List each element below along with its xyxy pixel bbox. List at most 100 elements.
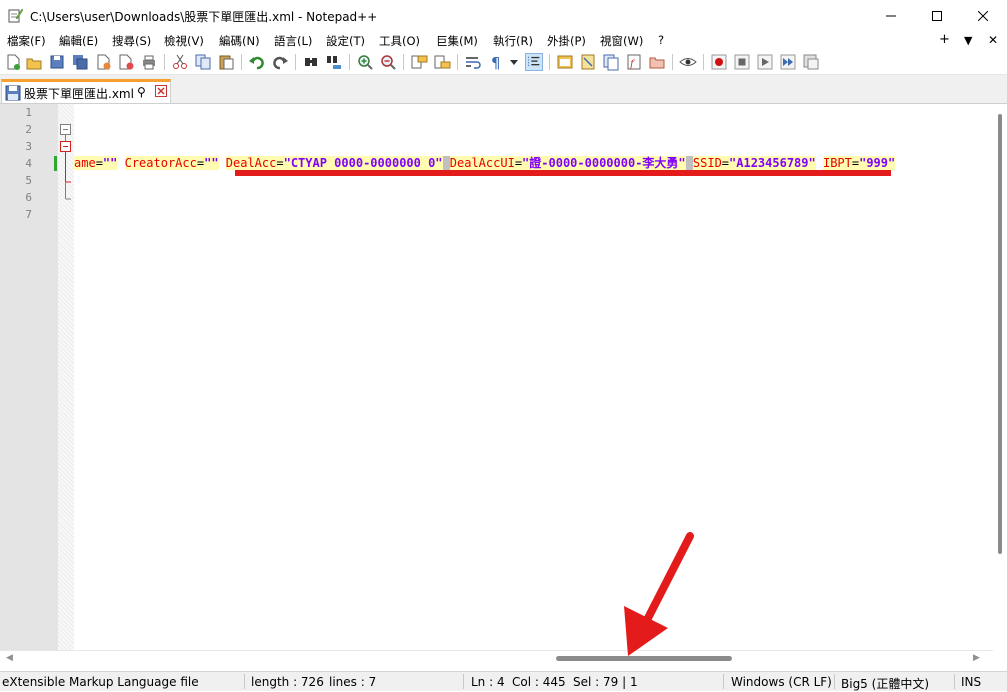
menu-window[interactable]: 視窗(W) bbox=[600, 33, 643, 49]
stop-macro-icon[interactable] bbox=[733, 53, 751, 71]
toolbar-separator bbox=[241, 54, 242, 70]
editor-area[interactable]: 1 2 3 4 5 6 7 ame="" CreatorAcc="" DealA… bbox=[0, 104, 993, 650]
saved-document-icon bbox=[5, 85, 21, 101]
status-separator bbox=[834, 674, 835, 689]
tab-bar: 股票下單匣匯出.xml ⚲ bbox=[0, 75, 1007, 104]
toolbar-separator bbox=[295, 54, 296, 70]
text-area[interactable]: ame="" CreatorAcc="" DealAcc="CTYAP 0000… bbox=[74, 104, 993, 650]
user-defined-language-icon[interactable] bbox=[556, 53, 574, 71]
find-icon[interactable] bbox=[302, 53, 320, 71]
new-file-icon[interactable] bbox=[4, 53, 22, 71]
tab-document[interactable]: 股票下單匣匯出.xml ⚲ bbox=[1, 79, 171, 103]
toolbar-separator bbox=[549, 54, 550, 70]
menu-file[interactable]: 檔案(F) bbox=[7, 33, 46, 49]
save-icon[interactable] bbox=[48, 53, 66, 71]
minimize-button[interactable] bbox=[868, 0, 914, 31]
status-length: length : 726 bbox=[251, 675, 324, 689]
cut-icon[interactable] bbox=[171, 53, 189, 71]
run-macro-multiple-icon[interactable] bbox=[779, 53, 797, 71]
close-file-icon[interactable] bbox=[94, 53, 112, 71]
scroll-right-arrow-icon[interactable]: ▶ bbox=[973, 653, 980, 663]
status-column: Col : 445 bbox=[512, 675, 566, 689]
folder-as-workspace-icon[interactable] bbox=[648, 53, 666, 71]
line-number: 4 bbox=[25, 157, 32, 170]
play-macro-icon[interactable] bbox=[756, 53, 774, 71]
red-arrow-annotation bbox=[624, 532, 694, 656]
tab-list-dropdown-button[interactable]: ▼ bbox=[964, 34, 972, 47]
line-number: 6 bbox=[25, 191, 32, 204]
save-all-icon[interactable] bbox=[71, 53, 89, 71]
indent-guide-icon[interactable] bbox=[525, 53, 543, 71]
menu-macro[interactable]: 巨集(M) bbox=[436, 33, 478, 49]
close-document-button[interactable]: ✕ bbox=[988, 33, 998, 47]
document-map-icon[interactable] bbox=[579, 53, 597, 71]
vertical-scrollbar-thumb[interactable] bbox=[998, 114, 1002, 554]
scroll-left-arrow-icon[interactable]: ◀ bbox=[6, 653, 13, 663]
menu-run[interactable]: 執行(R) bbox=[493, 33, 533, 49]
code-segment-ibpt: IBPT="999" bbox=[822, 156, 896, 170]
close-window-button[interactable] bbox=[960, 0, 1006, 31]
document-list-icon[interactable] bbox=[602, 53, 620, 71]
replace-icon[interactable] bbox=[325, 53, 343, 71]
menu-edit[interactable]: 編輯(E) bbox=[59, 33, 98, 49]
fold-markers bbox=[60, 124, 71, 200]
open-file-icon[interactable] bbox=[25, 53, 43, 71]
menu-language[interactable]: 語言(L) bbox=[274, 33, 312, 49]
horizontal-scrollbar[interactable]: ◀ ▶ bbox=[0, 650, 993, 667]
sync-vertical-scroll-icon[interactable] bbox=[410, 53, 428, 71]
code-segment-creatoracc: CreatorAcc="" bbox=[124, 156, 219, 170]
sync-horizontal-scroll-icon[interactable] bbox=[433, 53, 451, 71]
svg-text:¶: ¶ bbox=[491, 54, 501, 71]
menu-help[interactable]: ? bbox=[658, 33, 664, 47]
maximize-button[interactable] bbox=[914, 0, 960, 31]
menu-view[interactable]: 檢視(V) bbox=[164, 33, 204, 49]
tab-label: 股票下單匣匯出.xml bbox=[24, 87, 134, 101]
close-icon bbox=[978, 10, 988, 21]
paste-icon[interactable] bbox=[217, 53, 235, 71]
status-separator bbox=[954, 674, 955, 689]
function-list-icon[interactable]: f bbox=[625, 53, 643, 71]
menu-settings[interactable]: 設定(T) bbox=[326, 33, 365, 49]
line-number: 1 bbox=[25, 106, 32, 119]
menu-tools[interactable]: 工具(O) bbox=[379, 33, 420, 49]
line-number-gutter: 1 2 3 4 5 6 7 bbox=[0, 104, 50, 650]
notepadpp-app-icon bbox=[8, 8, 23, 23]
status-insert-mode[interactable]: INS bbox=[961, 675, 981, 689]
menu-encoding[interactable]: 編碼(N) bbox=[219, 33, 260, 49]
menu-plugins[interactable]: 外掛(P) bbox=[547, 33, 586, 49]
undo-icon[interactable] bbox=[248, 53, 266, 71]
line-number: 2 bbox=[25, 123, 32, 136]
toolbar-separator bbox=[349, 54, 350, 70]
toolbar-separator bbox=[457, 54, 458, 70]
save-macro-icon[interactable] bbox=[802, 53, 820, 71]
print-icon[interactable] bbox=[140, 53, 158, 71]
word-wrap-icon[interactable] bbox=[464, 53, 482, 71]
copy-icon[interactable] bbox=[194, 53, 212, 71]
dropdown-arrow-icon[interactable] bbox=[508, 53, 520, 71]
line-number: 5 bbox=[25, 174, 32, 187]
zoom-out-icon[interactable] bbox=[379, 53, 397, 71]
close-all-icon[interactable] bbox=[117, 53, 135, 71]
new-tab-plus-button[interactable]: + bbox=[939, 32, 950, 47]
status-encoding[interactable]: Big5 (正體中文) bbox=[841, 675, 929, 692]
toolbar: ¶ f bbox=[0, 50, 1007, 75]
record-macro-icon[interactable] bbox=[710, 53, 728, 71]
toolbar-separator bbox=[672, 54, 673, 70]
vertical-scrollbar[interactable] bbox=[993, 104, 1007, 650]
status-eol[interactable]: Windows (CR LF) bbox=[731, 675, 832, 689]
zoom-in-icon[interactable] bbox=[356, 53, 374, 71]
status-lines: lines : 7 bbox=[329, 675, 377, 689]
tab-close-icon[interactable] bbox=[155, 85, 167, 97]
redo-icon[interactable] bbox=[271, 53, 289, 71]
line-number: 3 bbox=[25, 140, 32, 153]
monitoring-eye-icon[interactable] bbox=[679, 53, 697, 71]
window-title: C:\Users\user\Downloads\股票下單匣匯出.xml - No… bbox=[30, 10, 378, 24]
line-number: 7 bbox=[25, 208, 32, 221]
maximize-icon bbox=[932, 10, 942, 21]
menu-search[interactable]: 搜尋(S) bbox=[112, 33, 151, 49]
status-separator bbox=[463, 674, 464, 689]
change-history-margin bbox=[50, 104, 58, 650]
pin-icon[interactable]: ⚲ bbox=[137, 85, 146, 99]
show-all-characters-icon[interactable]: ¶ bbox=[487, 53, 505, 71]
toolbar-separator bbox=[403, 54, 404, 70]
